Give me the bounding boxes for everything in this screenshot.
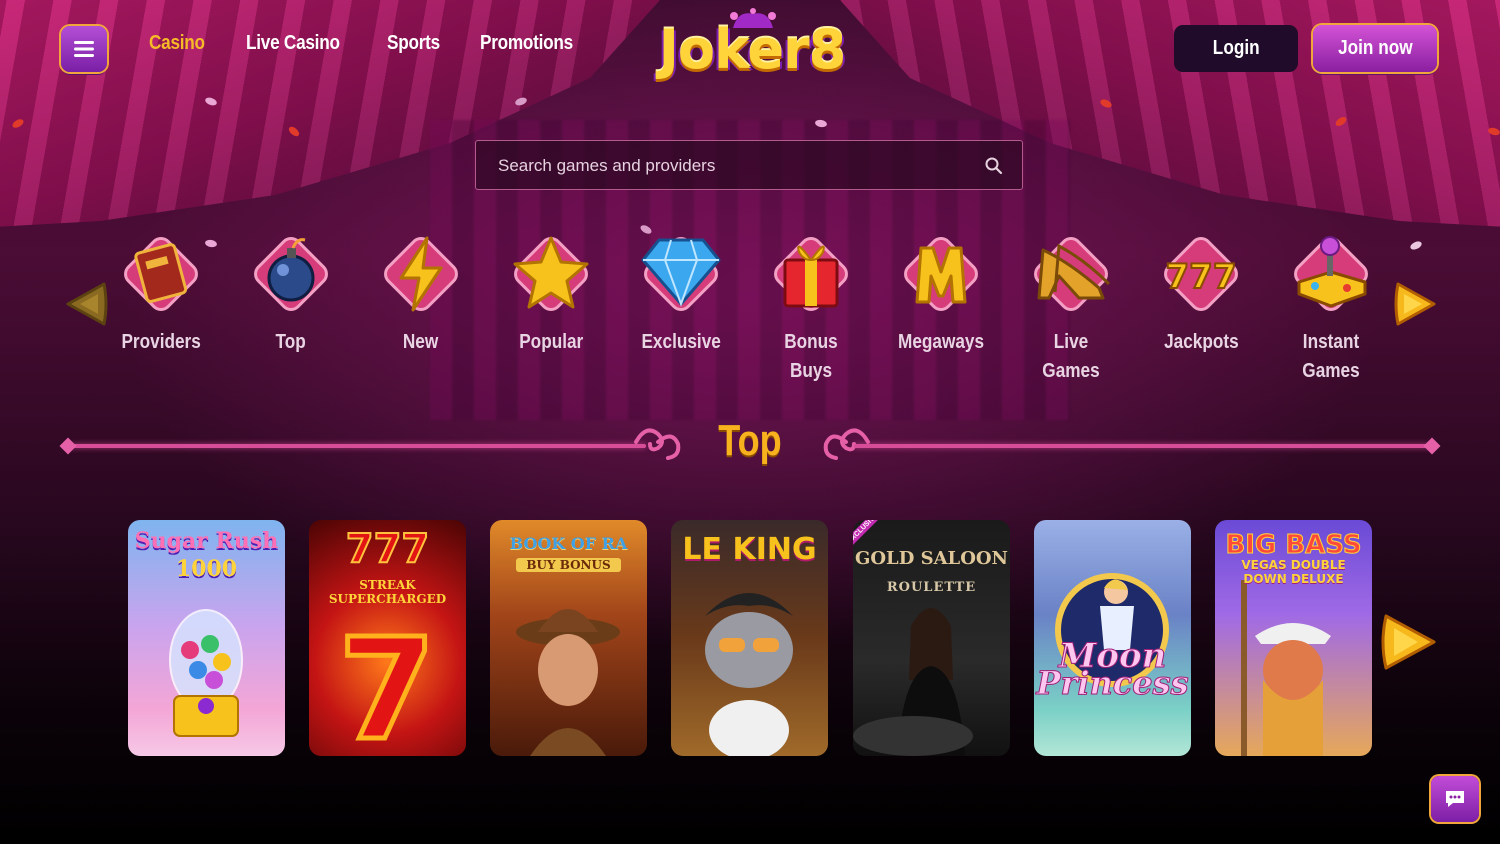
game-card-moon-princess[interactable]: Moon Princess bbox=[1034, 520, 1191, 756]
game-card-777-streak[interactable]: 7 777 STREAK SUPERCHARGED bbox=[309, 520, 466, 756]
jester-hat-icon bbox=[730, 8, 776, 28]
search-bar bbox=[475, 140, 1023, 191]
swirl-ornament-icon bbox=[634, 428, 681, 460]
game-title: BIG BASS bbox=[1225, 530, 1362, 561]
category-label: Popular bbox=[518, 331, 584, 353]
megaways-m-icon bbox=[899, 232, 983, 316]
category-prev-arrow-icon[interactable] bbox=[60, 278, 110, 330]
search-icon[interactable] bbox=[984, 156, 1004, 176]
login-label: Login bbox=[1212, 37, 1260, 59]
category-next-arrow-icon[interactable] bbox=[1392, 278, 1440, 330]
category-providers[interactable]: Providers bbox=[106, 232, 216, 357]
game-title: 777 bbox=[345, 525, 431, 573]
game-card-big-bass-vegas[interactable]: BIG BASS VEGAS DOUBLE DOWN DELUXE bbox=[1215, 520, 1372, 756]
game-title: Sugar Rush bbox=[134, 528, 279, 554]
game-subtitle: VEGAS DOUBLE DOWN DELUXE bbox=[1241, 558, 1346, 586]
category-label: Megaways bbox=[897, 331, 985, 353]
category-live-games[interactable]: Live Games bbox=[1016, 232, 1126, 386]
game-title: LE KING bbox=[682, 532, 817, 567]
nav-sports[interactable]: Sports bbox=[387, 32, 440, 55]
category-label: Top bbox=[275, 331, 307, 353]
category-exclusive[interactable]: Exclusive bbox=[626, 232, 736, 357]
game-card-sugar-rush[interactable]: Sugar Rush 1000 bbox=[128, 520, 285, 756]
login-button[interactable]: Login bbox=[1174, 25, 1298, 72]
game-subtitle: Princess bbox=[1036, 664, 1189, 703]
lightning-icon bbox=[379, 232, 463, 316]
site-logo[interactable]: Joker8 bbox=[636, 8, 868, 90]
game-subtitle: ROULETTE bbox=[886, 580, 977, 595]
game-title: GOLD SALOON bbox=[854, 548, 1009, 569]
category-label: Live Games bbox=[1042, 331, 1100, 382]
svg-text:777: 777 bbox=[1166, 257, 1237, 297]
category-jackpots[interactable]: 777 Jackpots bbox=[1146, 232, 1256, 357]
game-card-gold-saloon[interactable]: EXCLUSIVE GOLD SALOON ROULETTE bbox=[853, 520, 1010, 756]
gift-icon bbox=[769, 232, 853, 316]
svg-text:7: 7 bbox=[338, 609, 435, 756]
high-heels-icon bbox=[1029, 232, 1113, 316]
game-title: BOOK OF RA bbox=[509, 534, 628, 553]
section-divider-left bbox=[59, 437, 656, 455]
joystick-icon bbox=[1289, 232, 1373, 316]
hamburger-icon bbox=[74, 41, 94, 57]
game-card-le-king[interactable]: LE KING bbox=[671, 520, 828, 756]
category-label: Instant Games bbox=[1302, 331, 1360, 382]
main-nav: Casino Live Casino Sports Promotions bbox=[149, 32, 589, 55]
777-icon: 777 bbox=[1159, 232, 1243, 316]
section-divider-right bbox=[844, 437, 1441, 455]
nav-live-casino[interactable]: Live Casino bbox=[246, 32, 340, 55]
search-input[interactable] bbox=[496, 141, 980, 191]
category-label: Providers bbox=[121, 331, 201, 353]
nav-casino[interactable]: Casino bbox=[149, 32, 205, 55]
diamond-icon bbox=[639, 232, 723, 316]
join-now-label: Join now bbox=[1337, 37, 1413, 59]
star-icon bbox=[509, 232, 593, 316]
chat-button[interactable] bbox=[1431, 776, 1479, 822]
book-icon bbox=[119, 232, 203, 316]
nav-promotions[interactable]: Promotions bbox=[480, 32, 573, 55]
confetti bbox=[1409, 239, 1423, 252]
category-bonus-buys[interactable]: Bonus Buys bbox=[756, 232, 866, 386]
category-label: New bbox=[403, 331, 439, 353]
category-label: Exclusive bbox=[641, 331, 721, 353]
game-thumbnail bbox=[490, 520, 647, 756]
game-card-book-of-ra[interactable]: BOOK OF RA BUY BONUS bbox=[490, 520, 647, 756]
category-new[interactable]: New bbox=[366, 232, 476, 357]
section-title: Top bbox=[718, 416, 782, 465]
category-label: Jackpots bbox=[1163, 331, 1239, 353]
chat-bubble-icon bbox=[1446, 791, 1464, 807]
games-next-arrow-icon[interactable] bbox=[1380, 610, 1440, 674]
category-top[interactable]: Top bbox=[236, 232, 346, 357]
category-label: Bonus Buys bbox=[784, 331, 838, 382]
join-now-button[interactable]: Join now bbox=[1313, 25, 1437, 72]
category-popular[interactable]: Popular bbox=[496, 232, 606, 357]
game-subtitle: 1000 bbox=[175, 556, 238, 582]
category-instant-games[interactable]: Instant Games bbox=[1276, 232, 1386, 386]
game-subtitle: STREAK SUPERCHARGED bbox=[328, 578, 447, 606]
bomb-icon bbox=[249, 232, 333, 316]
menu-button[interactable] bbox=[61, 26, 107, 72]
game-subtitle: BUY BONUS bbox=[516, 558, 621, 572]
category-megaways[interactable]: Megaways bbox=[886, 232, 996, 357]
